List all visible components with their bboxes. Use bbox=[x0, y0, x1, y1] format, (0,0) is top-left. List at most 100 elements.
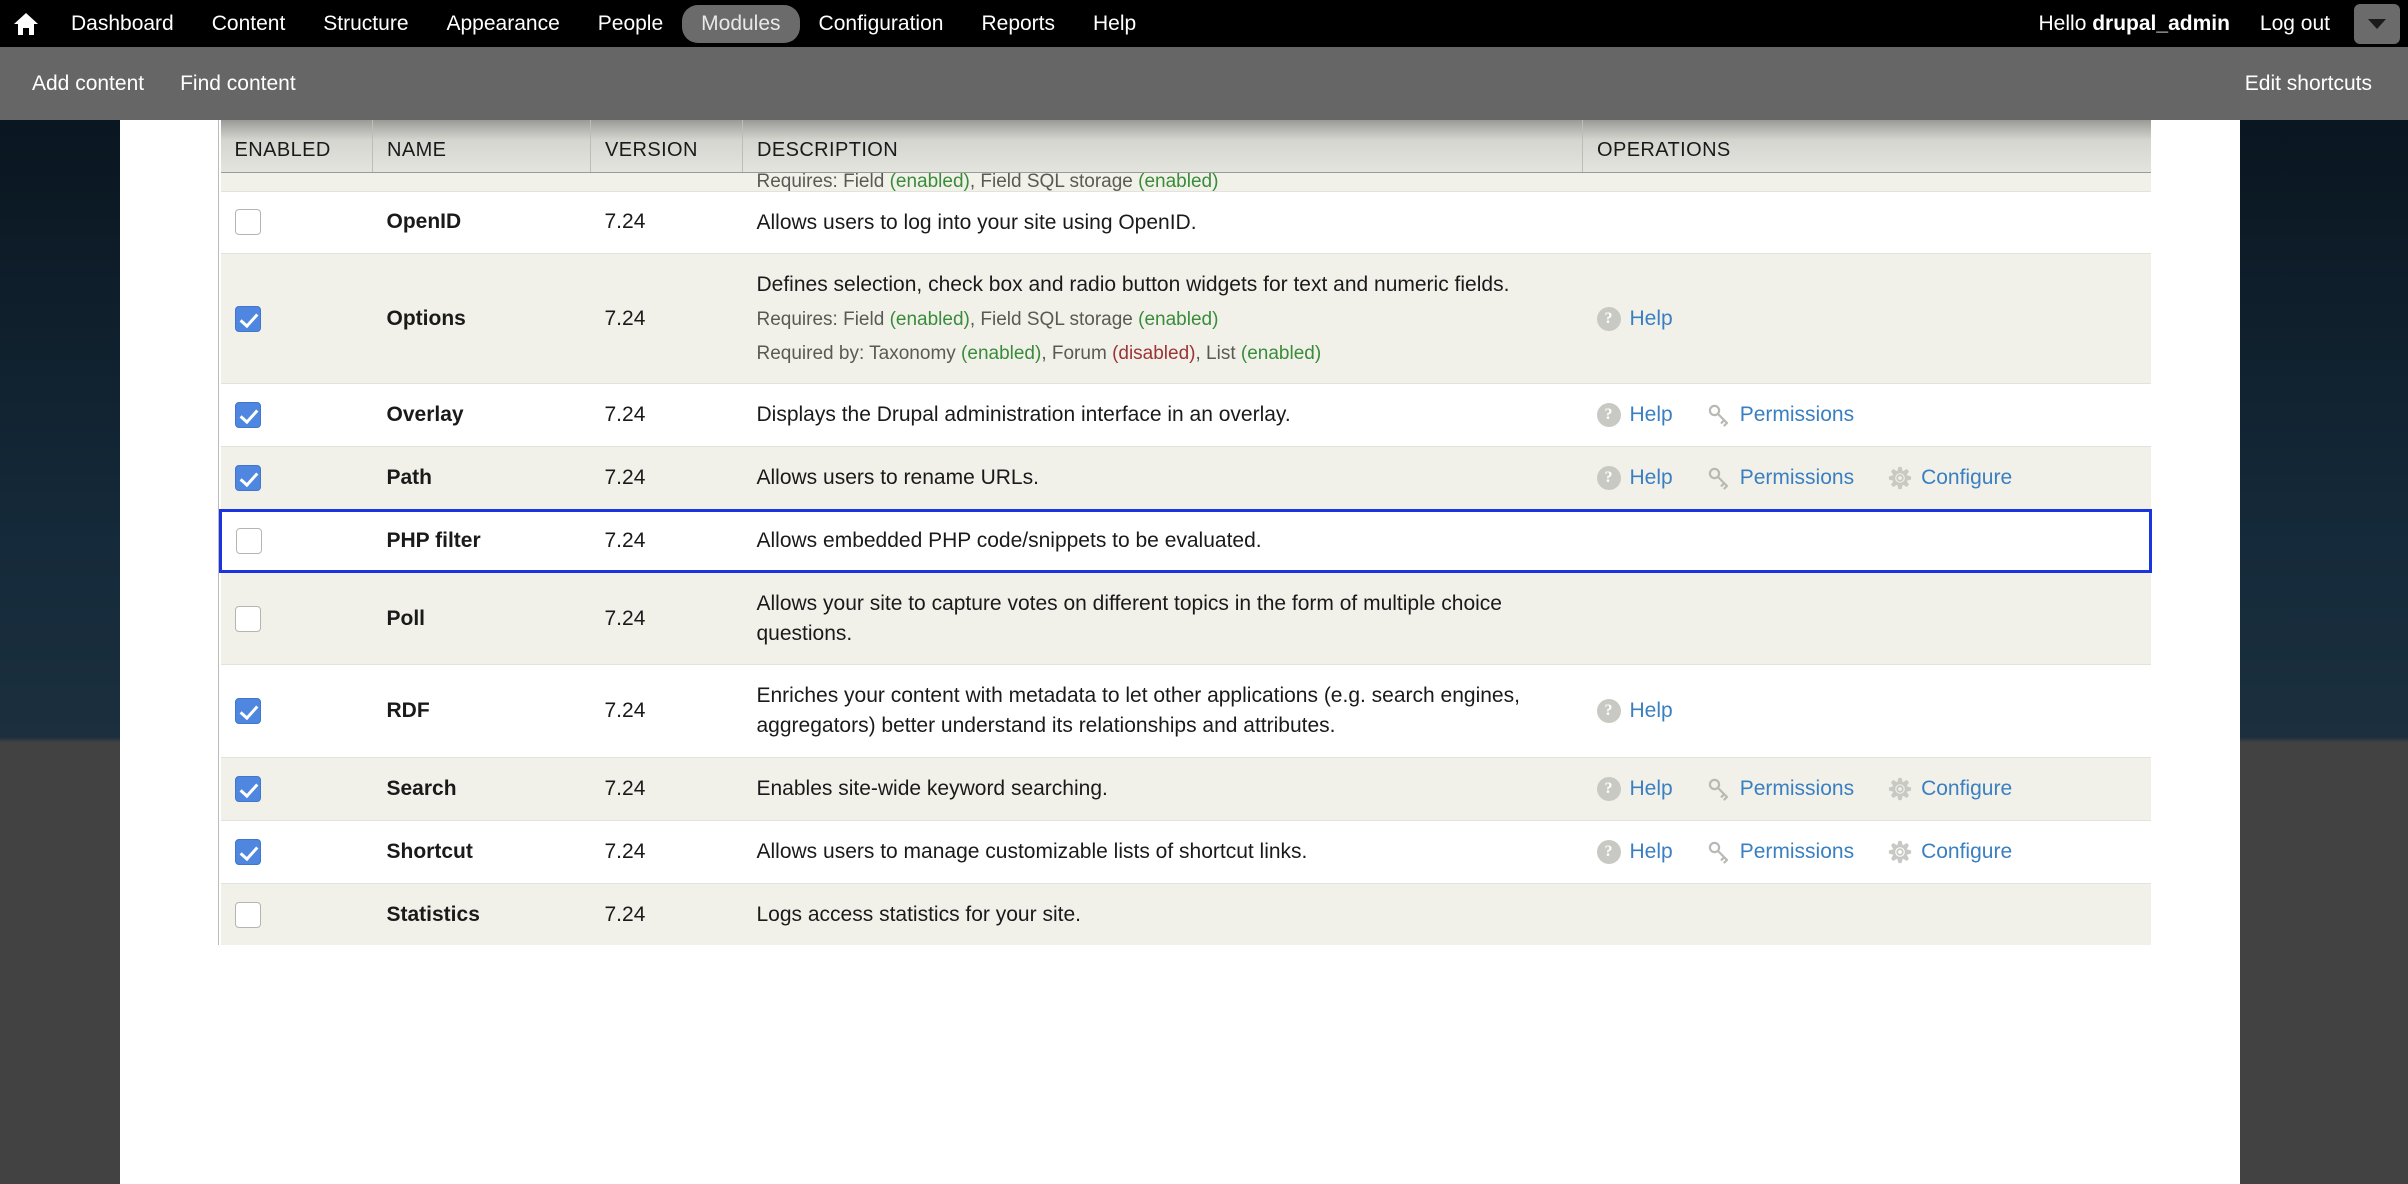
toolbar-item-appearance[interactable]: Appearance bbox=[428, 0, 579, 47]
operation-label: Help bbox=[1629, 306, 1673, 330]
toolbar-item-dashboard[interactable]: Dashboard bbox=[52, 0, 193, 47]
toolbar-item-content[interactable]: Content bbox=[193, 0, 305, 47]
module-description-cell: Displays the Drupal administration inter… bbox=[742, 383, 1583, 447]
table-body: Requires: Field (enabled), Field SQL sto… bbox=[219, 172, 2152, 946]
operation-configure[interactable]: Configure bbox=[1888, 466, 2012, 490]
dep-module-name: , List bbox=[1195, 342, 1241, 364]
greeting-prefix: Hello bbox=[2038, 11, 2093, 35]
edit-shortcuts-link[interactable]: Edit shortcuts bbox=[2245, 72, 2372, 96]
module-requires-line: Requires: Field (enabled), Field SQL sto… bbox=[757, 307, 1569, 334]
column-header-description[interactable]: DESCRIPTION bbox=[742, 120, 1583, 173]
enable-module-checkbox[interactable] bbox=[234, 698, 261, 725]
column-header-operations[interactable]: OPERATIONS bbox=[1582, 120, 2151, 173]
key-icon bbox=[1708, 841, 1728, 864]
module-version: 7.24 bbox=[590, 190, 743, 254]
operation-help[interactable]: ? Help bbox=[1596, 839, 1673, 864]
operation-configure[interactable]: Configure bbox=[1888, 840, 2012, 864]
toolbar-item-structure[interactable]: Structure bbox=[304, 0, 427, 47]
enable-module-checkbox[interactable] bbox=[236, 527, 262, 554]
dep-module-name: , Field SQL storage bbox=[969, 309, 1139, 331]
module-description: Logs access statistics for your site. bbox=[756, 902, 1081, 926]
operations-cell: ? Help bbox=[1582, 253, 2151, 384]
operations-cell: ? Help Permissions Configure bbox=[1582, 757, 2151, 821]
module-name: Options bbox=[372, 253, 591, 384]
operations-cell: ? Help Permissions Configure bbox=[1582, 819, 2151, 884]
clipped-cell bbox=[590, 172, 743, 191]
toolbar-item-help[interactable]: Help bbox=[1074, 0, 1155, 47]
help-icon: ? bbox=[1596, 839, 1621, 864]
toolbar-item-modules[interactable]: Modules bbox=[682, 4, 800, 43]
clipped-cell bbox=[372, 172, 591, 191]
module-version: 7.24 bbox=[590, 508, 743, 573]
operation-help[interactable]: ? Help bbox=[1596, 466, 1673, 491]
module-version: 7.24 bbox=[590, 882, 743, 946]
column-header-name[interactable]: NAME bbox=[372, 120, 591, 173]
enabled-cell bbox=[220, 664, 373, 758]
module-description-cell: Allows users to manage customizable list… bbox=[742, 819, 1583, 884]
enabled-cell bbox=[220, 253, 373, 384]
module-description-cell: Enables site-wide keyword searching. bbox=[742, 757, 1583, 821]
module-description: Defines selection, check box and radio b… bbox=[756, 273, 1510, 297]
shortcut-find-content[interactable]: Find content bbox=[162, 72, 314, 96]
module-name: OpenID bbox=[372, 190, 591, 254]
dep-state-enabled: (enabled) bbox=[961, 342, 1042, 364]
module-description: Enables site-wide keyword searching. bbox=[756, 777, 1108, 800]
operation-help[interactable]: ? Help bbox=[1596, 776, 1673, 801]
enable-module-checkbox[interactable] bbox=[234, 901, 261, 928]
operation-label: Permissions bbox=[1739, 466, 1855, 490]
table-row: RDF 7.24 Enriches your content with metada… bbox=[220, 664, 2151, 758]
operation-permissions[interactable]: Permissions bbox=[1707, 777, 1854, 801]
operations-group: ? Help Permissions Configure bbox=[1596, 776, 2137, 801]
operation-label: Configure bbox=[1921, 776, 2013, 800]
module-description-cell: Allows embedded PHP code/snippets to be … bbox=[742, 508, 1583, 573]
column-header-enabled[interactable]: ENABLED bbox=[220, 120, 373, 173]
module-version: 7.24 bbox=[590, 757, 743, 821]
shortcut-bar: Add content Find content Edit shortcuts bbox=[0, 47, 2408, 120]
enabled-cell bbox=[220, 383, 373, 447]
module-name: Poll bbox=[372, 570, 591, 665]
home-icon[interactable] bbox=[0, 0, 52, 47]
module-description: Allows users to manage customizable list… bbox=[756, 839, 1308, 863]
operation-configure[interactable]: Configure bbox=[1888, 777, 2012, 801]
column-header-version[interactable]: VERSION bbox=[590, 120, 743, 173]
logout-link[interactable]: Log out bbox=[2260, 12, 2330, 36]
dep-module-name: Field bbox=[843, 309, 890, 331]
enable-module-checkbox[interactable] bbox=[234, 305, 261, 332]
module-version: 7.24 bbox=[590, 253, 743, 384]
operations-cell bbox=[1582, 882, 2151, 946]
module-description-cell: Allows users to rename URLs. bbox=[742, 446, 1583, 511]
operation-help[interactable]: ? Help bbox=[1596, 403, 1673, 428]
operation-permissions[interactable]: Permissions bbox=[1707, 840, 1854, 864]
enable-module-checkbox[interactable] bbox=[234, 465, 261, 492]
enable-module-checkbox[interactable] bbox=[234, 402, 261, 429]
operation-permissions[interactable]: Permissions bbox=[1707, 403, 1854, 427]
enable-module-checkbox[interactable] bbox=[234, 838, 261, 865]
table-row: Statistics 7.24 Logs access statistics for… bbox=[220, 882, 2151, 946]
toolbar-menu: Dashboard Content Structure Appearance Peopl… bbox=[52, 0, 1155, 47]
key-icon bbox=[1708, 405, 1728, 427]
operation-help[interactable]: ? Help bbox=[1596, 306, 1673, 331]
module-name: Search bbox=[372, 757, 591, 821]
operation-help[interactable]: ? Help bbox=[1596, 699, 1673, 724]
enable-module-checkbox[interactable] bbox=[234, 209, 261, 236]
toolbar-item-configuration[interactable]: Configuration bbox=[800, 0, 963, 47]
toolbar-item-reports[interactable]: Reports bbox=[962, 0, 1074, 47]
enable-module-checkbox[interactable] bbox=[234, 605, 261, 632]
chevron-down-icon[interactable] bbox=[2354, 3, 2400, 44]
caret-glyph bbox=[2368, 18, 2386, 29]
table-row: PHP filter 7.24 Allows embedded PHP code/s… bbox=[219, 508, 2152, 573]
operations-cell: ? Help Permissions bbox=[1582, 383, 2151, 447]
operation-permissions[interactable]: Permissions bbox=[1707, 466, 1854, 490]
dep-state-enabled: (enabled) bbox=[1240, 342, 1322, 364]
module-version: 7.24 bbox=[590, 570, 743, 665]
module-required-by-line: Required by: Taxonomy (enabled), Forum (… bbox=[757, 341, 1569, 368]
toolbar-right: Hello drupal_admin Log out bbox=[2039, 0, 2408, 47]
dep-module-name: , Forum bbox=[1041, 342, 1113, 364]
operations-cell bbox=[1582, 508, 2152, 573]
modules-table: ENABLED NAME VERSION DESCRIPTION OPERATI… bbox=[219, 120, 2152, 946]
table-row: Options 7.24 Defines selection, check box … bbox=[220, 253, 2151, 384]
module-name: Path bbox=[372, 446, 591, 511]
toolbar-item-people[interactable]: People bbox=[579, 0, 682, 47]
shortcut-add-content[interactable]: Add content bbox=[14, 72, 162, 96]
enable-module-checkbox[interactable] bbox=[234, 775, 261, 802]
